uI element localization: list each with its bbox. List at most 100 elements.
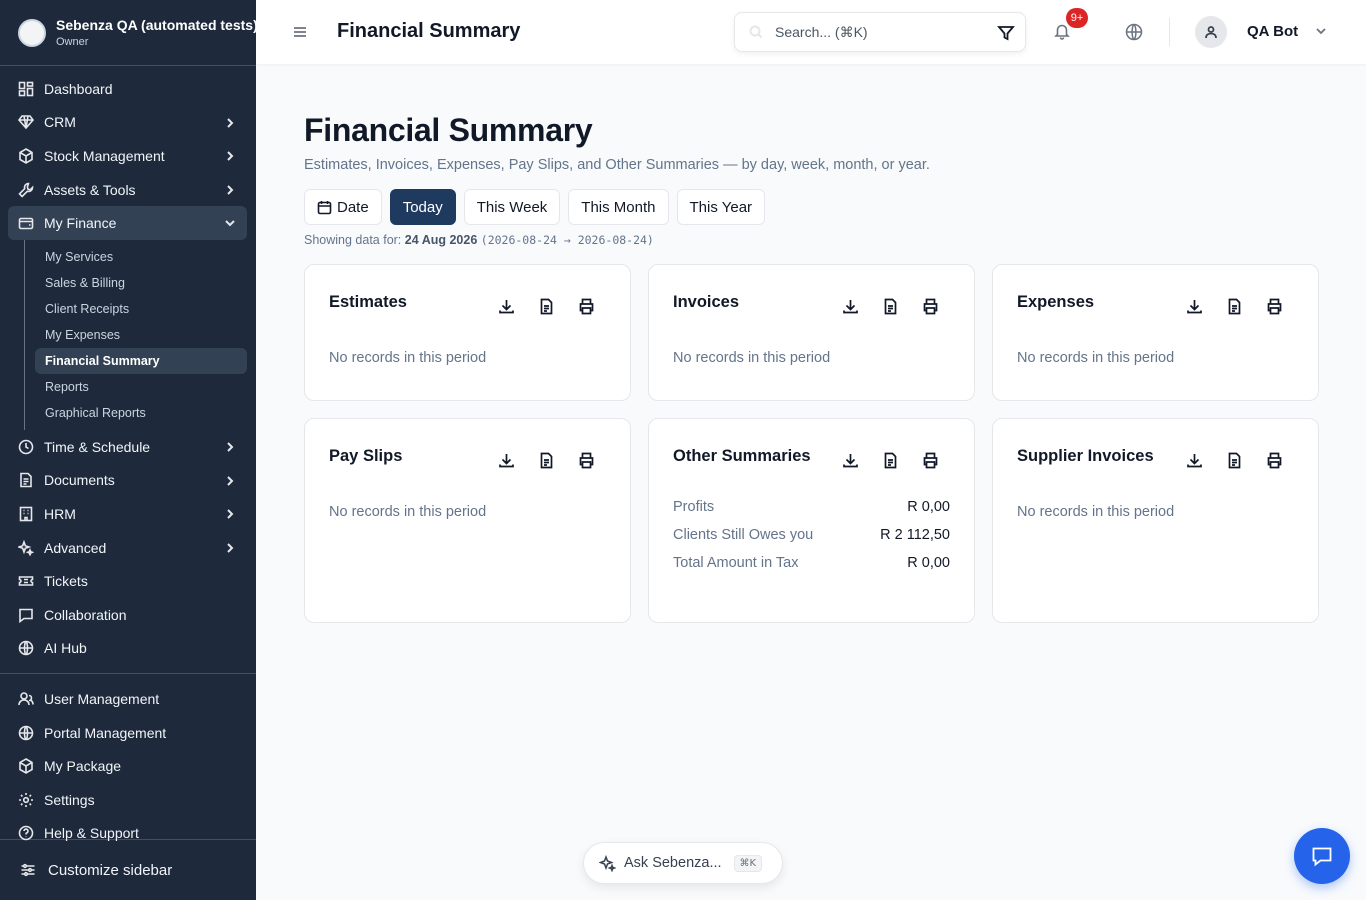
ask-assistant-button[interactable]: Ask Sebenza... ⌘K (583, 842, 783, 884)
expenses-card: Expenses No records in this period (992, 264, 1319, 401)
chat-support-button[interactable] (1294, 828, 1350, 884)
sidebar-item-my-package[interactable]: My Package (0, 749, 256, 783)
card-title: Supplier Invoices (1017, 447, 1154, 465)
download-icon[interactable] (1184, 296, 1204, 316)
sidebar-item-stock-management[interactable]: Stock Management (0, 139, 256, 173)
sidebar-item-hrm[interactable]: HRM (0, 497, 256, 531)
clock-icon (18, 439, 34, 455)
sidebar-item-label: HRM (44, 505, 76, 522)
download-icon[interactable] (840, 450, 860, 470)
sidebar-item-time-schedule[interactable]: Time & Schedule (0, 430, 256, 464)
printer-icon[interactable] (576, 450, 596, 470)
document-icon[interactable] (536, 450, 556, 470)
document-icon[interactable] (1224, 450, 1244, 470)
customize-sidebar-label: Customize sidebar (48, 861, 173, 879)
summary-label: Profits (673, 499, 715, 515)
chevron-right-icon (224, 116, 236, 128)
sidebar-item-ai-hub[interactable]: AI Hub (0, 632, 256, 666)
download-icon[interactable] (496, 450, 516, 470)
subnav-item-graphical-reports[interactable]: Graphical Reports (24, 400, 247, 426)
download-icon[interactable] (840, 296, 860, 316)
printer-icon[interactable] (576, 296, 596, 316)
printer-icon[interactable] (1264, 450, 1284, 470)
global-search[interactable] (734, 12, 1026, 52)
ticket-icon (18, 573, 34, 589)
sidebar-item-user-management[interactable]: User Management (0, 682, 256, 716)
range-date-button[interactable]: Date (304, 189, 382, 225)
sidebar-item-documents[interactable]: Documents (0, 464, 256, 498)
card-title: Other Summaries (673, 447, 811, 465)
document-icon (18, 472, 34, 488)
header-divider (1169, 18, 1170, 46)
subnav-item-my-expenses[interactable]: My Expenses (24, 322, 247, 348)
top-header: Financial Summary 9+ QA Bot (256, 0, 1366, 64)
sidebar-divider: User Management Portal Management My Pac… (0, 673, 256, 850)
download-icon[interactable] (496, 296, 516, 316)
document-icon[interactable] (1224, 296, 1244, 316)
sidebar-item-portal-management[interactable]: Portal Management (0, 716, 256, 750)
wallet-icon (18, 215, 34, 231)
showing-date: 24 Aug 2026 (404, 233, 478, 247)
users-icon (18, 691, 34, 707)
sidebar-item-dashboard[interactable]: Dashboard (0, 72, 256, 106)
sliders-icon (21, 863, 35, 877)
globe-icon (18, 725, 34, 741)
sidebar-item-advanced[interactable]: Advanced (0, 531, 256, 565)
user-avatar[interactable] (1195, 16, 1227, 48)
customize-sidebar-button[interactable]: Customize sidebar (0, 839, 256, 900)
printer-icon[interactable] (1264, 296, 1284, 316)
wrench-icon (18, 182, 34, 198)
sidebar-item-label: Documents (44, 472, 115, 489)
showing-prefix: Showing data for: (304, 233, 402, 247)
user-icon (1205, 26, 1217, 39)
subnav-item-financial-summary[interactable]: Financial Summary (35, 347, 247, 374)
chat-icon (1312, 847, 1332, 867)
org-switcher[interactable]: Sebenza QA (automated tests) Owner (0, 0, 256, 66)
sidebar-item-assets-tools[interactable]: Assets & Tools (0, 173, 256, 207)
search-input[interactable] (775, 24, 975, 40)
subnav-item-my-services[interactable]: My Services (24, 244, 247, 270)
menu-toggle-icon[interactable] (292, 24, 308, 40)
user-name[interactable]: QA Bot (1247, 23, 1298, 40)
sidebar-item-settings[interactable]: Settings (0, 783, 256, 817)
summary-rows: Profits R 0,00 Clients Still Owes you R … (673, 497, 950, 573)
ask-label: Ask Sebenza... (624, 855, 722, 871)
summary-label: Clients Still Owes you (673, 527, 814, 543)
summary-cards-grid: Estimates No records in this period Invo… (304, 264, 1319, 623)
sidebar-item-label: AI Hub (44, 640, 87, 657)
printer-icon[interactable] (920, 296, 940, 316)
sidebar-item-collaboration[interactable]: Collaboration (0, 598, 256, 632)
range-this-year-button[interactable]: This Year (676, 189, 766, 225)
language-globe-icon[interactable] (1125, 23, 1143, 41)
document-icon[interactable] (880, 296, 900, 316)
sidebar-item-crm[interactable]: CRM (0, 106, 256, 140)
filter-icon[interactable] (997, 24, 1015, 42)
empty-state-text: No records in this period (1017, 350, 1175, 366)
empty-state-text: No records in this period (329, 350, 487, 366)
header-title: Financial Summary (337, 20, 521, 42)
subnav-item-reports[interactable]: Reports (24, 374, 247, 400)
finance-subnav: My Services Sales & Billing Client Recei… (24, 239, 256, 430)
subnav-item-client-receipts[interactable]: Client Receipts (24, 296, 247, 322)
sidebar-item-label: Assets & Tools (44, 181, 136, 198)
printer-icon[interactable] (920, 450, 940, 470)
sidebar-item-my-finance[interactable]: My Finance (8, 206, 247, 240)
sparkle-icon (18, 539, 34, 556)
subnav-item-sales-billing[interactable]: Sales & Billing (24, 270, 247, 296)
sidebar-nav: Dashboard CRM Stock Management Assets & … (0, 66, 256, 850)
download-icon[interactable] (1184, 450, 1204, 470)
range-date-label: Date (337, 198, 369, 216)
sidebar-item-tickets[interactable]: Tickets (0, 564, 256, 598)
sidebar-item-label: My Package (44, 758, 122, 775)
chevron-down-icon[interactable] (1314, 24, 1328, 38)
org-avatar (18, 18, 46, 47)
document-icon[interactable] (880, 450, 900, 470)
range-this-month-button[interactable]: This Month (568, 189, 669, 225)
range-this-week-button[interactable]: This Week (463, 189, 561, 225)
pay-slips-card: Pay Slips No records in this period (304, 418, 631, 623)
range-today-button[interactable]: Today (389, 189, 456, 225)
summary-label: Total Amount in Tax (673, 555, 799, 571)
summary-value: R 0,00 (907, 555, 950, 571)
chevron-right-icon (224, 474, 236, 486)
document-icon[interactable] (536, 296, 556, 316)
